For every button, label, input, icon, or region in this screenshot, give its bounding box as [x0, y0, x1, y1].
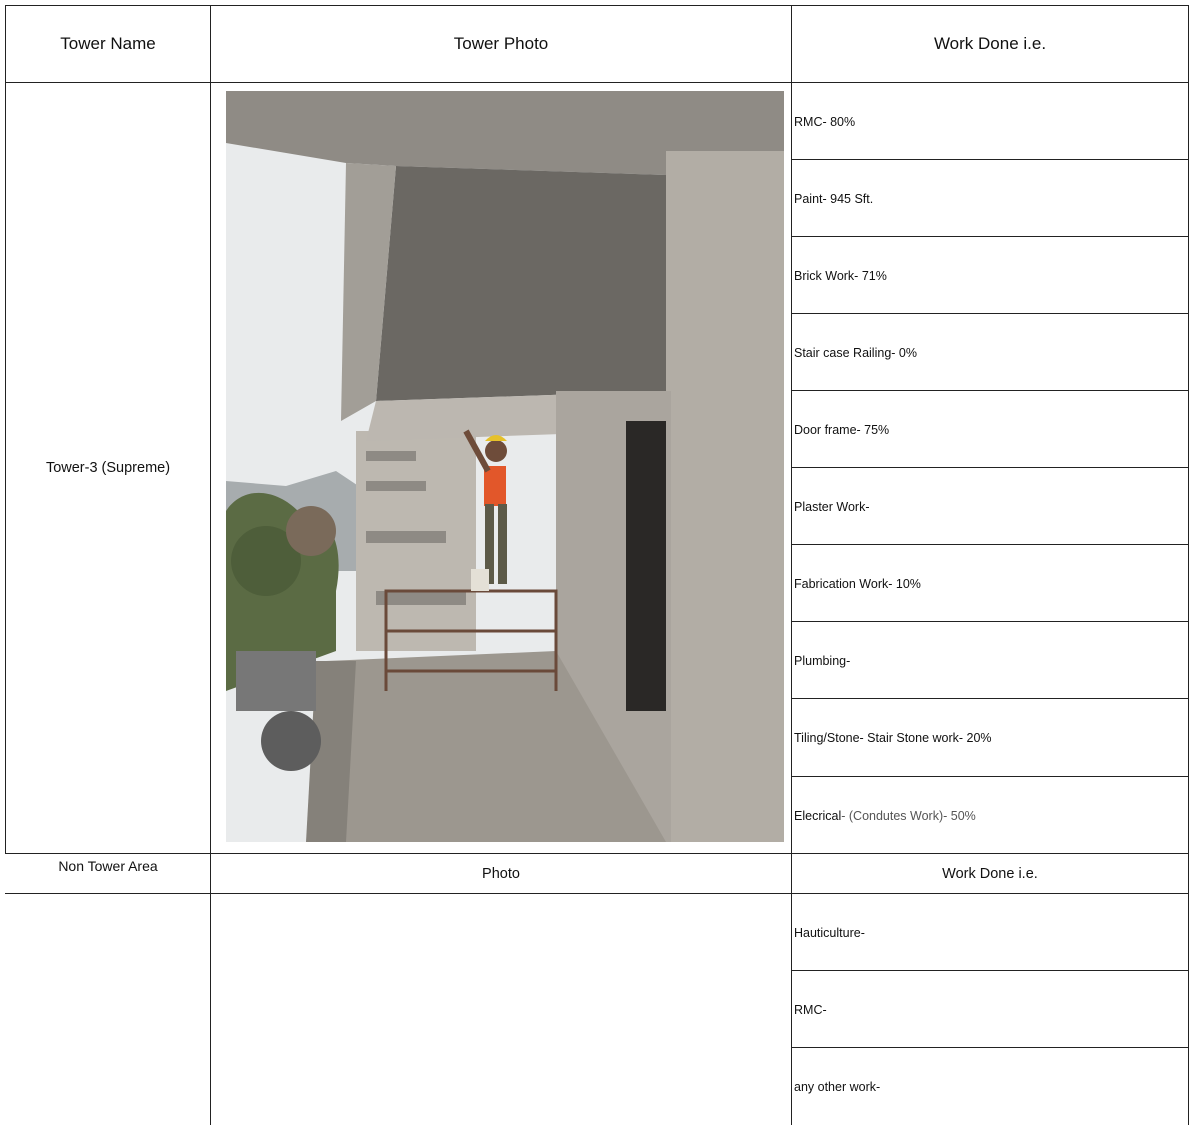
progress-report-table: Tower Name Tower Photo Work Done i.e. To… [0, 0, 1189, 1125]
header-tower-photo: Tower Photo [453, 34, 549, 53]
header-non-tower-work-done: Work Done i.e. [942, 865, 1038, 882]
work-item-rmc: RMC- 80% [794, 115, 856, 129]
non-tower-header-divider [5, 893, 1189, 894]
construction-site-photo [226, 91, 784, 842]
work-item-hauticulture: Hauticulture- [794, 926, 865, 940]
header-work-done: Work Done i.e. [933, 34, 1047, 53]
work-item-plumbing: Plumbing- [794, 654, 851, 668]
tower-name: Tower-3 (Supreme) [45, 460, 171, 476]
work-item-brick-work: Brick Work- 71% [794, 269, 887, 283]
work-item-plaster: Plaster Work- [794, 500, 870, 514]
row-divider [791, 776, 1189, 777]
work-item-tiling-stone: Tiling/Stone- Stair Stone work- 20% [794, 731, 992, 745]
work-item-non-tower-rmc: RMC- [794, 1003, 827, 1017]
header-non-tower-area: Non Tower Area [58, 858, 158, 874]
work-item-stair-railing: Stair case Railing- 0% [794, 346, 917, 360]
header-photo: Photo [482, 865, 520, 882]
work-item-paint: Paint- 945 Sft. [794, 192, 874, 206]
column-divider-2 [791, 5, 792, 1125]
work-item-door-frame: Door frame- 75% [794, 423, 890, 437]
work-item-other: any other work- [794, 1080, 881, 1094]
work-item-fabrication: Fabrication Work- 10% [794, 577, 921, 591]
work-item-electrical: Elecrical - (Condutes Work)- 50% [794, 778, 1184, 854]
header-tower-name: Tower Name [60, 34, 156, 53]
electrical-label: Elecrical [794, 809, 842, 823]
column-divider-1 [210, 5, 211, 1125]
electrical-detail: - (Condutes Work)- 50% [841, 809, 976, 823]
